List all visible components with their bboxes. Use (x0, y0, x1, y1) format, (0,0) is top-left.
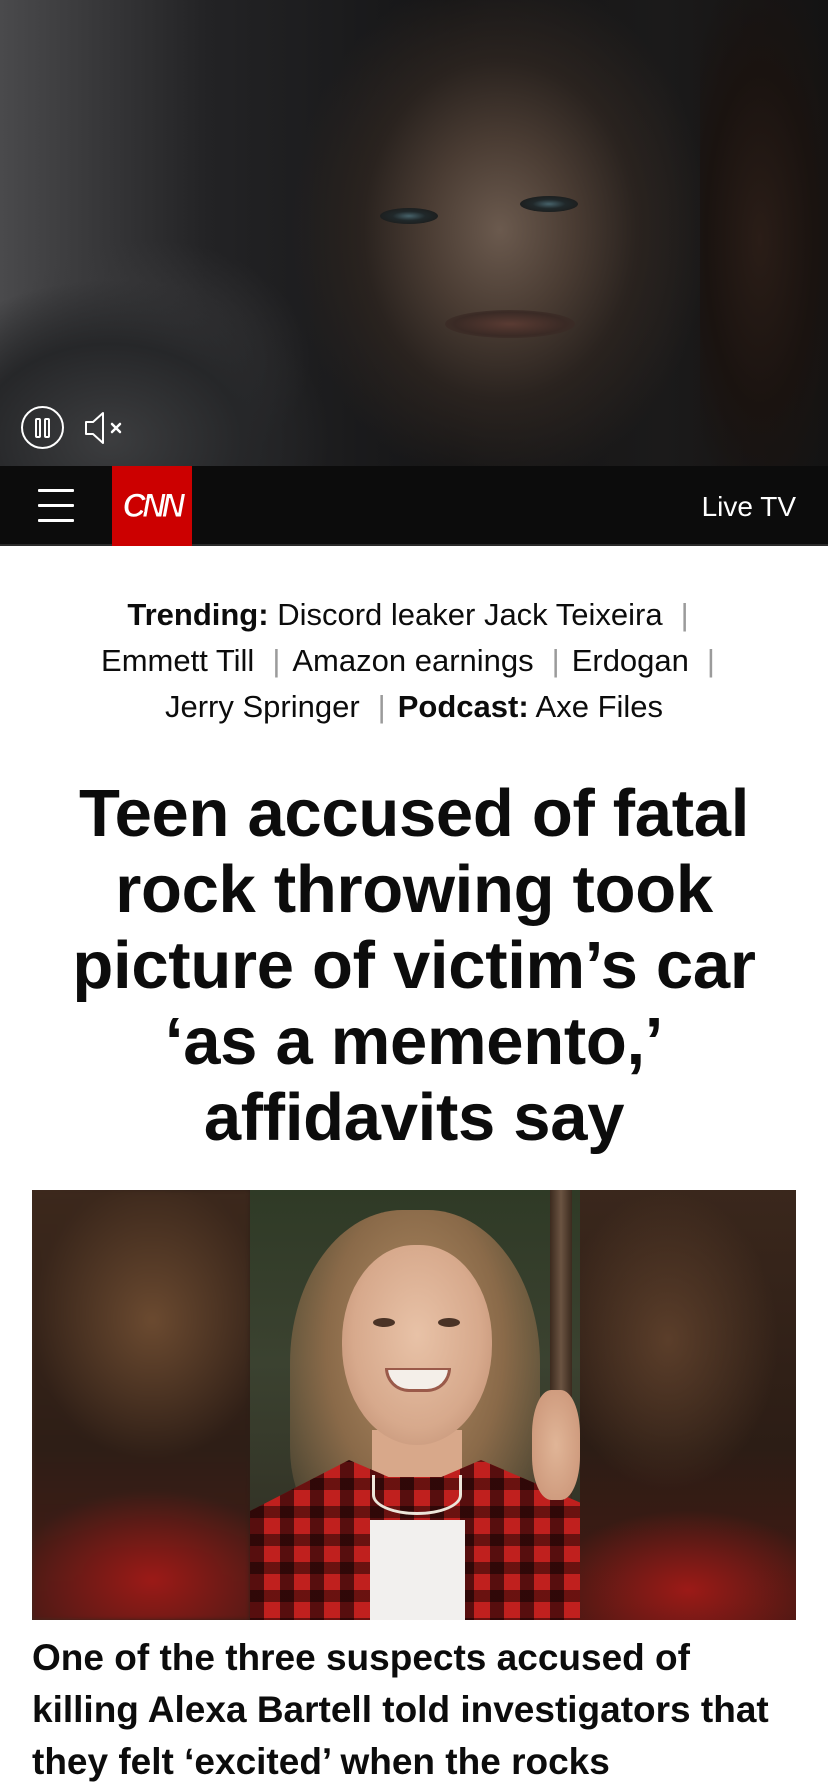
podcast-label: Podcast: (397, 689, 529, 724)
cnn-logo[interactable]: CNN (112, 466, 192, 546)
separator: | (551, 643, 560, 678)
hamburger-menu-icon[interactable] (38, 486, 74, 526)
trending-link[interactable]: Amazon earnings (292, 643, 533, 678)
site-header: CNN Live TV (0, 466, 828, 546)
trending-link[interactable]: Erdogan (572, 643, 689, 678)
logo-text: CNN (122, 486, 185, 525)
live-tv-link[interactable]: Live TV (702, 491, 796, 523)
video-frame-detail (445, 310, 575, 338)
separator: | (272, 643, 281, 678)
article-subheadline: One of the three suspects accused of kil… (32, 1637, 769, 1782)
trending-link[interactable]: Discord leaker Jack Teixeira (277, 597, 662, 632)
video-player[interactable] (0, 0, 828, 466)
image-blur-panel (32, 1190, 250, 1620)
video-frame-detail (380, 208, 438, 224)
pause-button[interactable] (21, 406, 64, 449)
trending-link[interactable]: Jerry Springer (165, 689, 360, 724)
trending-label: Trending: (127, 597, 269, 632)
podcast-link[interactable]: Axe Files (536, 689, 663, 724)
video-frame-detail (520, 196, 578, 212)
pause-icon (34, 417, 50, 438)
mute-button[interactable] (82, 406, 126, 450)
trending-bar: Trending: Discord leaker Jack Teixeira | … (40, 592, 788, 730)
article-lead-image[interactable] (32, 1190, 796, 1620)
article-headline: Teen accused of fatal rock throwing took… (72, 776, 756, 1155)
separator: | (680, 597, 689, 632)
image-portrait (250, 1190, 580, 1620)
separator: | (706, 643, 715, 678)
speaker-muted-icon (85, 412, 122, 444)
video-frame-detail (700, 0, 828, 466)
trending-link[interactable]: Emmett Till (101, 643, 254, 678)
image-blur-panel (578, 1190, 796, 1620)
separator: | (377, 689, 386, 724)
